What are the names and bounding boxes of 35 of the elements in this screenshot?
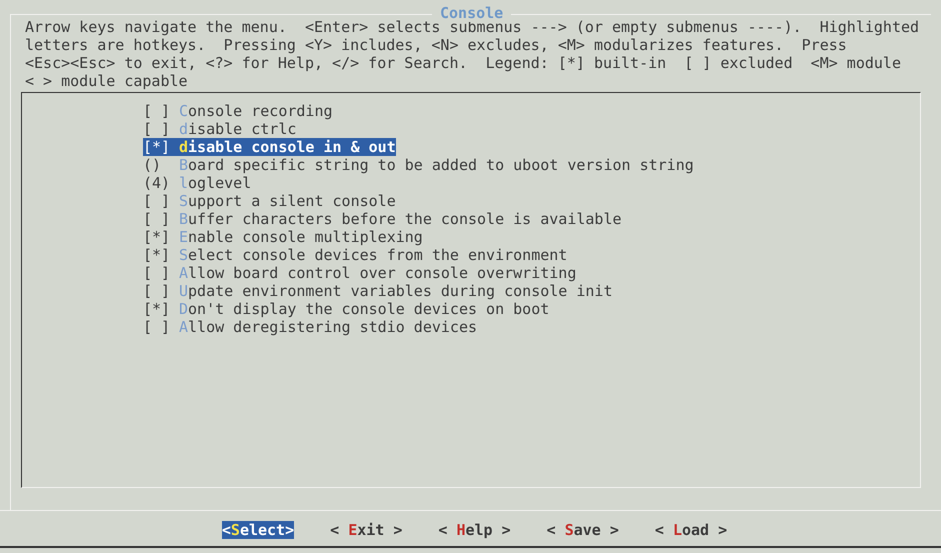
menu-item[interactable]: Support a silent console — [179, 192, 396, 210]
option-marker[interactable]: [ ] — [143, 210, 179, 228]
menu-item[interactable]: Don't display the console devices on boot — [179, 300, 550, 318]
option-marker[interactable]: [ ] — [143, 282, 179, 300]
dialog-button[interactable]: < Exit > — [330, 521, 402, 539]
menu-item[interactable]: Enable console multiplexing — [179, 228, 423, 246]
dialog-title: Console — [432, 4, 512, 22]
option-marker[interactable]: (4) — [143, 174, 179, 192]
menu-item[interactable]: Console recording — [179, 102, 333, 120]
option-marker[interactable]: [ ] — [143, 102, 179, 120]
option-marker[interactable]: [*] — [143, 228, 179, 246]
menu-item[interactable]: Update environment variables during console init — [179, 282, 612, 300]
help-text: < > module capable — [25, 72, 189, 90]
help-text: <Esc><Esc> to exit, <?> for Help, </> for Search. Legend: [*] built-in [ ] excluded <M> module — [25, 54, 902, 72]
option-marker[interactable]: [*] — [143, 246, 179, 264]
menu-item[interactable]: Allow board control over console overwriting — [179, 264, 576, 282]
option-marker[interactable]: [ ] — [143, 192, 179, 210]
option-marker[interactable]: [ ] — [143, 120, 179, 138]
menu-item[interactable]: disable ctrlc — [179, 120, 296, 138]
menu-item[interactable]: Board specific string to be added to uboot version string — [179, 156, 694, 174]
menu-item[interactable]: Buffer characters before the console is available — [179, 210, 622, 228]
dialog-button[interactable]: < Load > — [654, 521, 728, 539]
dialog-button[interactable]: < Help > — [438, 521, 511, 539]
option-marker[interactable]: () — [143, 156, 179, 174]
dialog-button[interactable]: < Save > — [546, 521, 619, 539]
option-marker[interactable]: [ ] — [143, 318, 179, 336]
menu-item[interactable]: disable console in & out — [179, 138, 396, 156]
option-marker[interactable]: [ ] — [143, 264, 179, 282]
menu-item[interactable]: loglevel — [179, 174, 252, 192]
option-marker[interactable]: [*] — [143, 300, 179, 318]
dialog-button[interactable]: <Select> — [222, 521, 294, 539]
help-text: letters are hotkeys. Pressing <Y> includes, <N> excludes, <M> modularizes features. Press — [25, 36, 848, 54]
menu-item[interactable]: Allow deregistering stdio devices — [179, 318, 478, 336]
option-marker[interactable]: [*] — [143, 138, 179, 156]
menu-item[interactable]: Select console devices from the environment — [179, 246, 568, 264]
